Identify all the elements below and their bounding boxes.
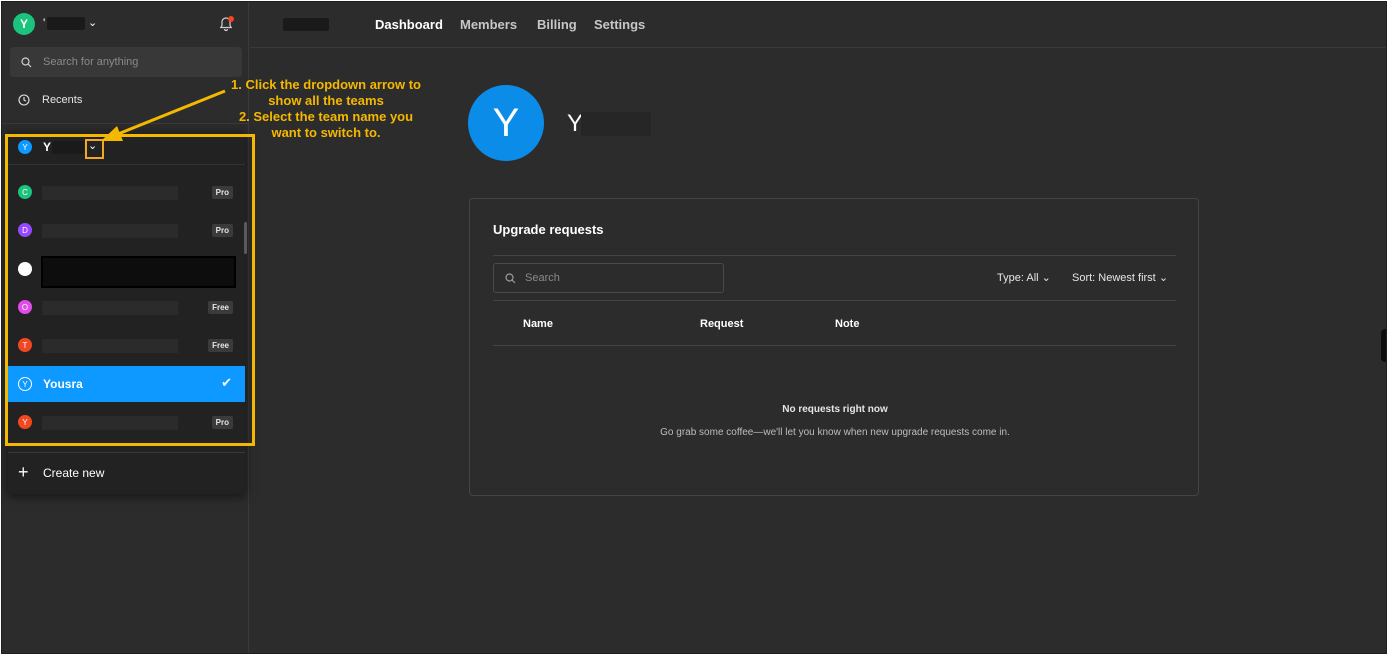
redacted-team-name [42, 339, 178, 353]
checkmark-icon: ✔ [221, 375, 232, 390]
team-avatar: O [18, 300, 32, 314]
tab-dashboard[interactable]: Dashboard [375, 17, 443, 32]
plan-badge: Pro [211, 224, 233, 237]
side-panel-handle[interactable] [1381, 329, 1386, 362]
workspace-switcher[interactable]: Y ' ⌄ [2, 2, 249, 46]
plan-badge: Free [208, 301, 233, 314]
divider [493, 255, 1176, 256]
workspace-name[interactable]: ' [43, 16, 45, 30]
column-header-request: Request [700, 318, 744, 330]
team-avatar: Y [18, 415, 32, 429]
divider [493, 345, 1176, 346]
annotation-line: 2. Select the team name you [238, 109, 414, 124]
chevron-down-icon[interactable]: ⌄ [88, 16, 97, 29]
chevron-down-icon: ⌄ [1041, 272, 1051, 284]
current-team-name: Y [43, 140, 52, 154]
top-navigation: Dashboard Members Billing Settings [250, 2, 1386, 48]
card-title: Upgrade requests [493, 222, 604, 237]
empty-state-subtitle: Go grab some coffee—we'll let you know w… [660, 427, 1010, 438]
team-avatar: T [18, 338, 32, 352]
requests-search-input[interactable]: Search [493, 263, 724, 293]
clock-icon [18, 94, 30, 106]
team-item-selected[interactable]: Y Yousra ✔ [8, 366, 245, 402]
annotation-line: want to switch to. [271, 125, 381, 140]
team-item[interactable]: T Free [8, 327, 245, 363]
app-window: Y ' ⌄ Search for anything Recents Y Y ⌄ … [1, 1, 1387, 654]
current-team-avatar: Y [18, 140, 32, 154]
sort-label: Sort: Newest first [1072, 272, 1156, 284]
team-item[interactable]: C Pro [8, 174, 245, 210]
redacted-workspace-name [47, 17, 85, 30]
empty-state-title: No requests right now [782, 404, 888, 415]
plus-icon: + [18, 462, 29, 482]
team-avatar [18, 262, 32, 276]
search-icon [505, 273, 516, 284]
create-new-label: Create new [43, 466, 105, 480]
redacted-team-name [42, 416, 178, 430]
column-header-note: Note [835, 318, 860, 330]
team-name: Yousra [43, 377, 83, 391]
team-avatar-large: Y [468, 85, 544, 161]
team-avatar: D [18, 223, 32, 237]
plan-badge: Pro [211, 186, 233, 199]
team-avatar: C [18, 185, 32, 199]
tab-members[interactable]: Members [460, 17, 517, 32]
plan-badge: Pro [211, 416, 233, 429]
tab-settings[interactable]: Settings [594, 17, 645, 32]
team-item[interactable]: O Free [8, 289, 245, 325]
team-item[interactable] [8, 251, 245, 288]
upgrade-requests-card: Upgrade requests Search Type: All ⌄ Sort… [469, 198, 1199, 496]
workspace-avatar[interactable]: Y [13, 13, 35, 35]
search-icon [21, 57, 32, 68]
annotation-line: 1. Click the dropdown arrow to [231, 77, 421, 92]
annotation-text: 1. Click the dropdown arrow to show all … [219, 77, 433, 141]
column-header-name: Name [523, 318, 553, 330]
search-input[interactable]: Search for anything [10, 47, 242, 77]
plan-badge: Free [208, 339, 233, 352]
tab-billing[interactable]: Billing [537, 17, 577, 32]
divider [493, 300, 1176, 301]
team-avatar: Y [18, 377, 32, 391]
redacted-team-title [283, 18, 329, 31]
redacted-team-name [581, 112, 651, 136]
team-dropdown: Y Y ⌄ C Pro D Pro O Free T Free Y Yousra… [8, 132, 247, 494]
dropdown-scrollbar[interactable] [244, 222, 247, 254]
redacted-team-name [52, 141, 84, 154]
redacted-team-name [42, 186, 178, 200]
team-item[interactable]: Y Pro [8, 404, 245, 440]
sort-dropdown[interactable]: Sort: Newest first ⌄ [1072, 271, 1168, 284]
team-item[interactable]: D Pro [8, 212, 245, 248]
redacted-team-name [42, 224, 178, 238]
create-new-button[interactable]: + Create new [8, 452, 245, 492]
redacted-team-name [42, 301, 178, 315]
redacted-team-name [41, 256, 236, 288]
search-placeholder: Search [525, 272, 560, 284]
type-filter-dropdown[interactable]: Type: All ⌄ [997, 271, 1051, 284]
notification-dot [228, 16, 234, 22]
search-placeholder: Search for anything [43, 56, 139, 68]
arrow-annotation [101, 89, 226, 141]
chevron-down-icon: ⌄ [1158, 272, 1169, 284]
annotation-line: show all the teams [268, 93, 384, 108]
sidebar-item-label: Recents [42, 94, 83, 106]
type-filter-label: Type: All [997, 272, 1039, 284]
